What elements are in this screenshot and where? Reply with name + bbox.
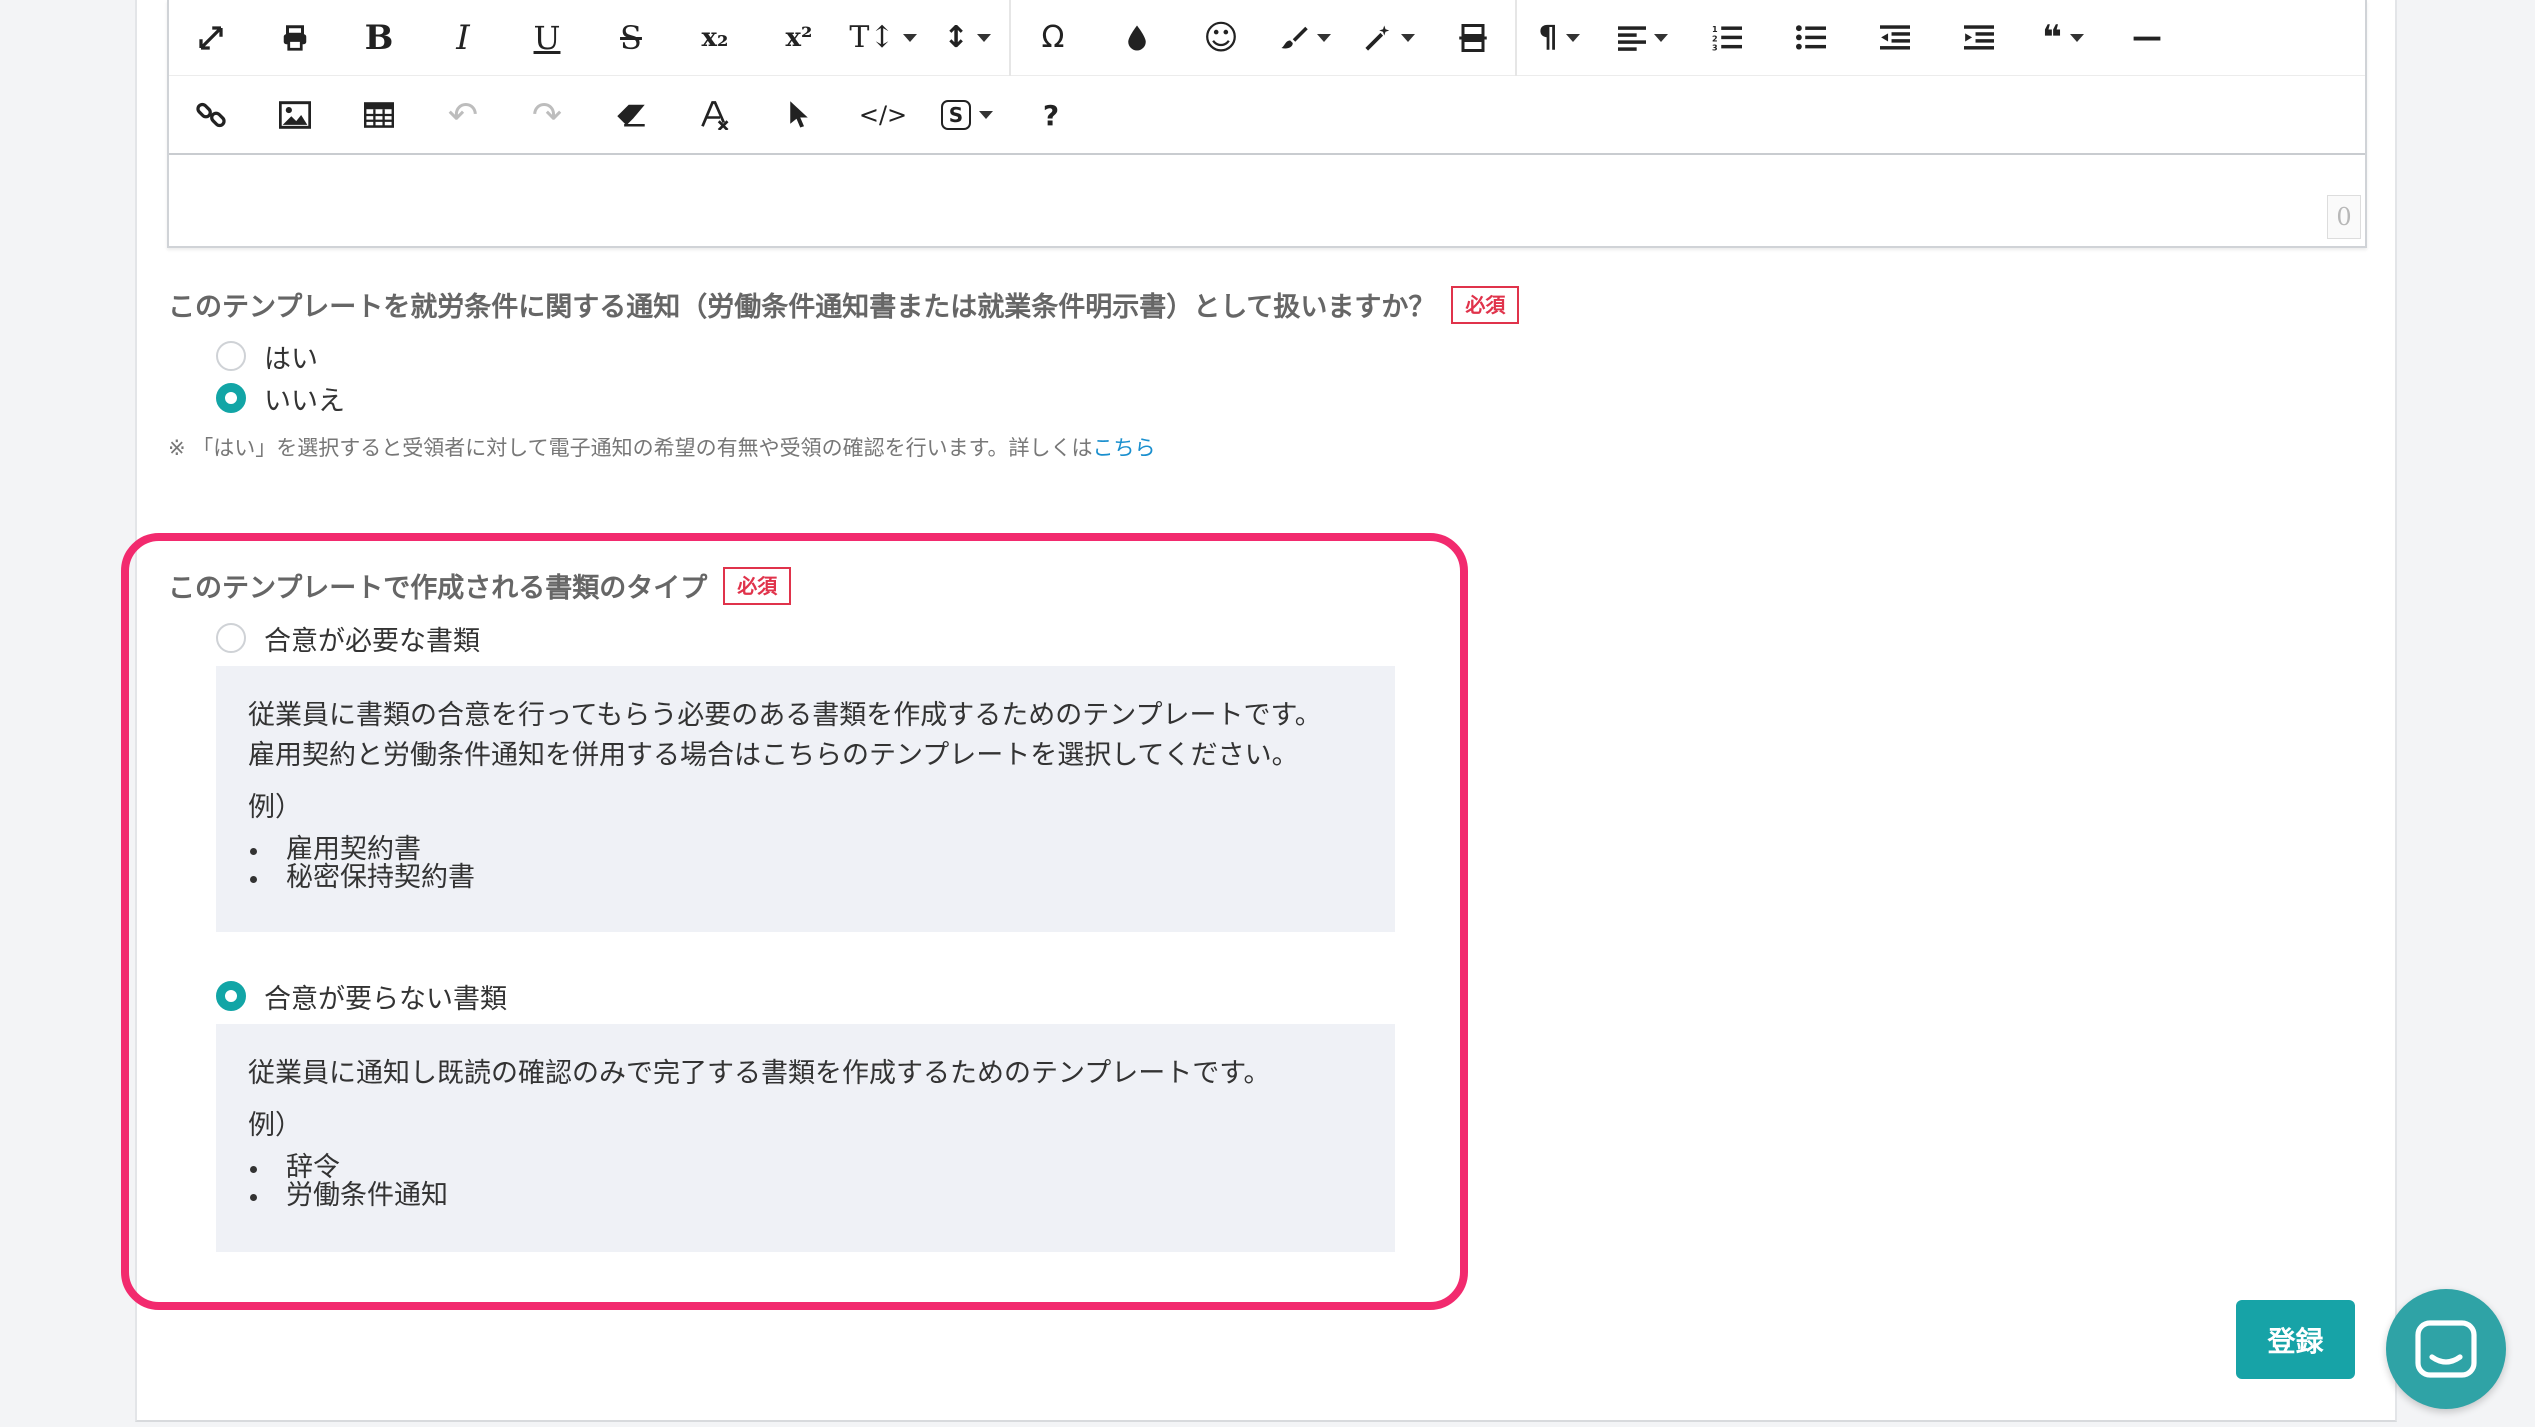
svg-text:1: 1 (1712, 25, 1718, 34)
paint-brush-icon[interactable] (1263, 8, 1347, 68)
bold-icon[interactable]: B (337, 8, 421, 68)
clear-formatting-icon[interactable] (673, 85, 757, 145)
unordered-list-icon[interactable] (1769, 8, 1853, 68)
radio-label: 合意が要らない書類 (264, 983, 507, 1015)
question-text: このテンプレートを就労条件に関する通知（労働条件通知書または就業条件明示書）とし… (168, 292, 1436, 323)
list-item: 労働条件通知 (248, 1182, 1363, 1210)
question-text: このテンプレートで作成される書類のタイプ (168, 573, 708, 604)
line-height-icon[interactable]: ↕ (925, 8, 1009, 68)
font-size-icon[interactable]: T↕ (841, 8, 925, 68)
rich-text-editor: B I U S x₂ x² T↕ ↕ Ω ☺ ¶ 1 2 3 ❝ — ↶ ↷ <… (167, 0, 2367, 248)
strikethrough-icon[interactable]: S (589, 8, 673, 68)
outdent-icon[interactable] (1853, 8, 1937, 68)
details-link[interactable]: こちら (1093, 436, 1156, 460)
employment-notice-question: このテンプレートを就労条件に関する通知（労働条件通知書または就業条件明示書）とし… (168, 285, 1520, 460)
toolbar-row-1: B I U S x₂ x² T↕ ↕ Ω ☺ ¶ 1 2 3 ❝ — (169, 0, 2365, 76)
radio-button[interactable] (216, 623, 246, 653)
example-label: 例） (248, 1110, 302, 1141)
question-label: このテンプレートで作成される書類のタイプ 必須 (168, 566, 792, 605)
paragraph-glyph: ¶ (1538, 20, 1558, 55)
radio-group: はい いいえ (216, 335, 345, 419)
horizontal-line-icon[interactable]: — (2105, 8, 2189, 68)
quote-glyph: ❝ (2042, 17, 2062, 58)
chevron-down-icon (1317, 33, 1331, 42)
radio-label: 合意が必要な書類 (264, 625, 480, 657)
eraser-icon[interactable] (589, 85, 673, 145)
superscript-icon[interactable]: x² (757, 8, 841, 68)
required-badge: 必須 (723, 566, 792, 605)
magic-wand-icon[interactable] (1347, 8, 1431, 68)
align-icon[interactable] (1601, 8, 1685, 68)
example-list: 辞令 労働条件通知 (248, 1154, 1363, 1210)
register-button[interactable]: 登録 (2236, 1300, 2355, 1379)
example-list: 雇用契約書 秘密保持契約書 (248, 836, 1363, 892)
example-label: 例） (248, 792, 302, 823)
help-icon[interactable]: ? (1009, 85, 1093, 145)
chevron-down-icon (976, 33, 991, 42)
page-break-icon[interactable] (1431, 8, 1515, 68)
radio-button-selected[interactable] (216, 981, 246, 1011)
template-variables-icon[interactable]: S (925, 85, 1009, 145)
radio-button[interactable] (216, 341, 246, 371)
required-badge: 必須 (1451, 285, 1520, 324)
chat-widget-button[interactable] (2386, 1289, 2506, 1409)
description-line: 従業員に通知し既読の確認のみで完了する書類を作成するためのテンプレートです。 (248, 1058, 1271, 1089)
subscript-icon[interactable]: x₂ (673, 8, 757, 68)
list-item: 辞令 (248, 1154, 1363, 1182)
text-color-icon[interactable] (1095, 8, 1179, 68)
document-type-question: このテンプレートで作成される書類のタイプ 必須 (168, 566, 792, 605)
print-icon[interactable] (253, 8, 337, 68)
undo-icon[interactable]: ↶ (421, 85, 505, 145)
radio-label: はい (264, 343, 318, 375)
description-line: 従業員に書類の合意を行ってもらう必要のある書類を作成するためのテンプレートです。 (248, 700, 1322, 731)
svg-text:3: 3 (1712, 43, 1718, 51)
font-size-glyph: T↕ (849, 20, 895, 55)
ordered-list-icon[interactable]: 123 (1685, 8, 1769, 68)
question-label: このテンプレートを就労条件に関する通知（労働条件通知書または就業条件明示書）とし… (168, 285, 1520, 324)
italic-icon[interactable]: I (421, 8, 505, 68)
list-item: 秘密保持契約書 (248, 864, 1363, 892)
note-text: ※ 「はい」を選択すると受領者に対して電子通知の希望の有無や受領の確認を行います… (168, 436, 1093, 460)
radio-option-no[interactable]: いいえ (216, 377, 345, 419)
radio-option-yes[interactable]: はい (216, 335, 345, 377)
chat-icon (2415, 1320, 2477, 1378)
description-text: 従業員に書類の合意を行ってもらう必要のある書類を作成するためのテンプレートです。… (248, 696, 1363, 776)
underline-icon[interactable]: U (505, 8, 589, 68)
variables-glyph: S (941, 100, 971, 130)
chevron-down-icon (1565, 33, 1580, 42)
editor-content-area[interactable]: 0 (169, 157, 2365, 246)
emoticons-icon[interactable]: ☺ (1179, 8, 1263, 68)
editor-toolbar: B I U S x₂ x² T↕ ↕ Ω ☺ ¶ 1 2 3 ❝ — ↶ ↷ <… (169, 0, 2365, 155)
fullscreen-icon[interactable] (169, 8, 253, 68)
table-icon[interactable] (337, 85, 421, 145)
description-line: 雇用契約と労働条件通知を併用する場合はこちらのテンプレートを選択してください。 (248, 740, 1299, 771)
radio-label: いいえ (264, 385, 345, 417)
radio-button-selected[interactable] (216, 383, 246, 413)
image-icon[interactable] (253, 85, 337, 145)
option-description: 従業員に通知し既読の確認のみで完了する書類を作成するためのテンプレートです。 例… (216, 1024, 1395, 1252)
special-characters-icon[interactable]: Ω (1011, 8, 1095, 68)
paragraph-format-icon[interactable]: ¶ (1517, 8, 1601, 68)
line-height-glyph: ↕ (943, 20, 969, 55)
select-all-icon[interactable] (757, 85, 841, 145)
chevron-down-icon (2069, 33, 2084, 42)
link-icon[interactable] (169, 85, 253, 145)
svg-text:2: 2 (1712, 34, 1718, 43)
quote-icon[interactable]: ❝ (2021, 8, 2105, 68)
help-note: ※ 「はい」を選択すると受領者に対して電子通知の希望の有無や受領の確認を行います… (168, 432, 1156, 462)
redo-icon[interactable]: ↷ (505, 85, 589, 145)
code-view-icon[interactable]: </> (841, 85, 925, 145)
indent-icon[interactable] (1937, 8, 2021, 68)
chevron-down-icon (979, 111, 993, 119)
chevron-down-icon (1654, 33, 1668, 42)
chevron-down-icon (1401, 33, 1415, 42)
toolbar-row-2: ↶ ↷ </> S ? (169, 77, 2365, 153)
list-item: 雇用契約書 (248, 836, 1363, 864)
character-counter: 0 (2327, 195, 2361, 239)
radio-option-agreement-not-required[interactable]: 合意が要らない書類 (216, 975, 507, 1017)
chevron-down-icon (902, 33, 917, 42)
radio-option-agreement-required[interactable]: 合意が必要な書類 (216, 617, 480, 659)
option-description: 従業員に書類の合意を行ってもらう必要のある書類を作成するためのテンプレートです。… (216, 666, 1395, 932)
